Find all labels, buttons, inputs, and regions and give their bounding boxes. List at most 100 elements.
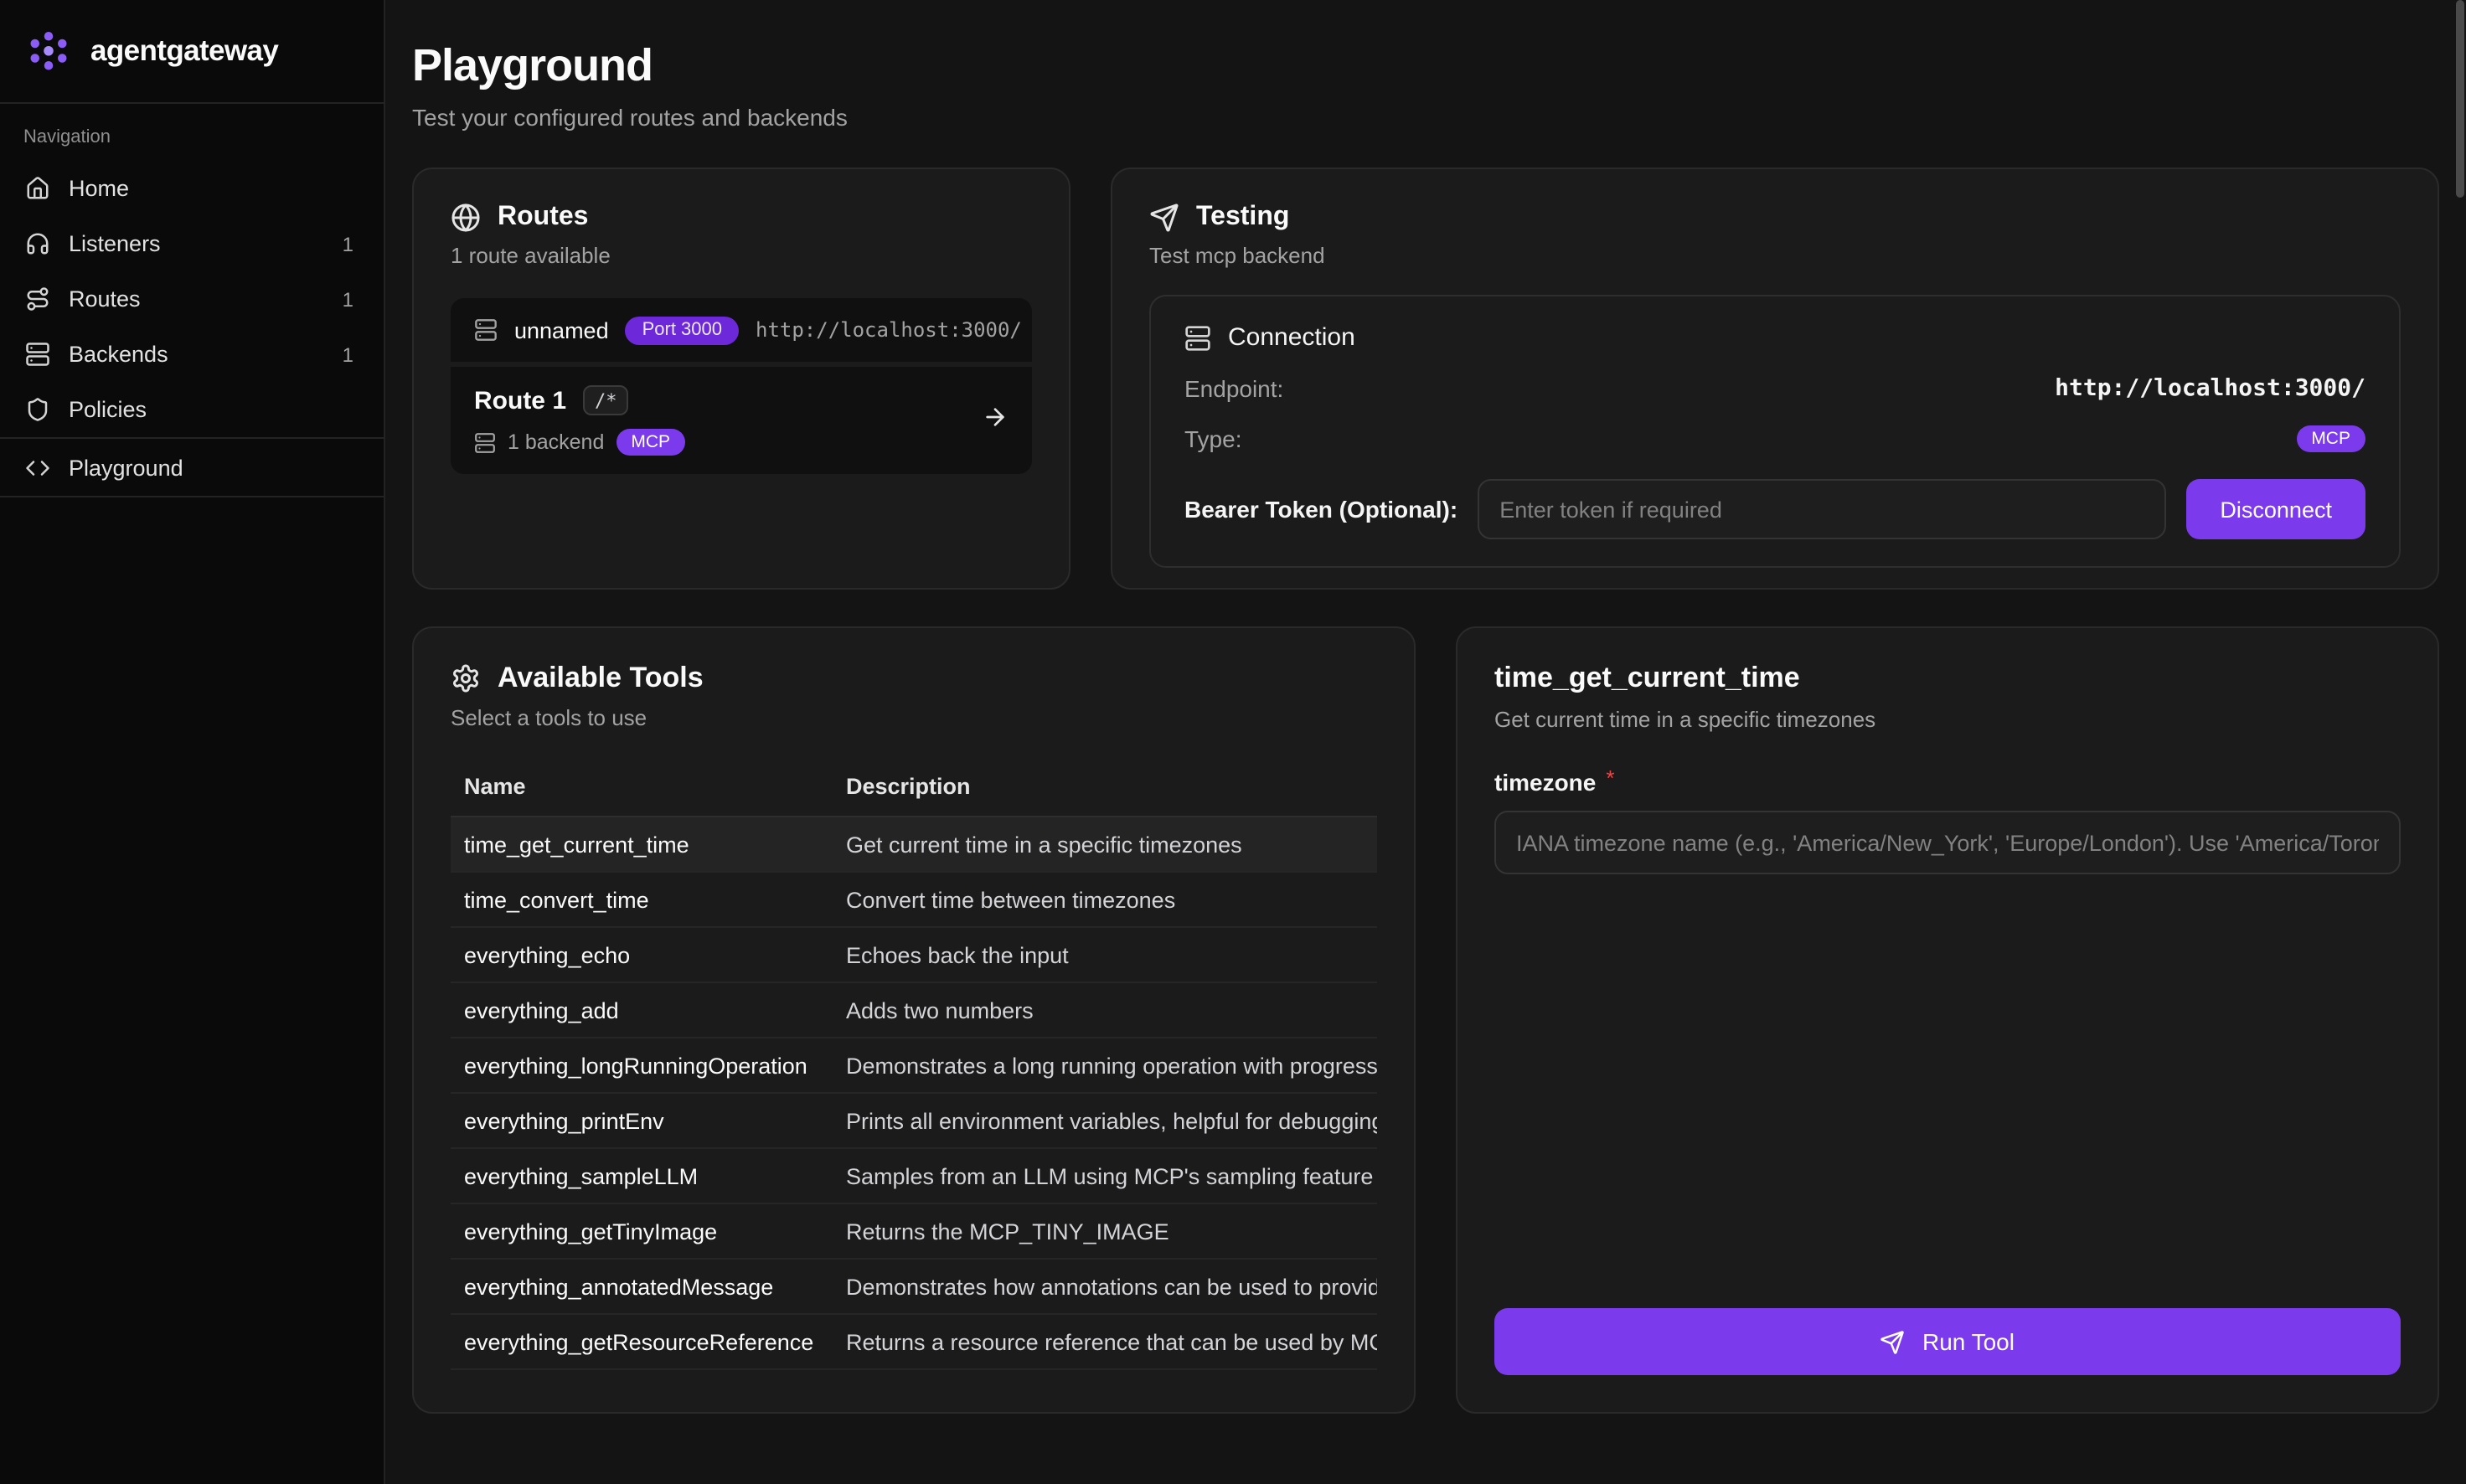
connection-title: Connection <box>1228 323 1355 352</box>
tool-description-cell: Samples from an LLM using MCP's sampling… <box>846 1163 1377 1188</box>
timezone-input[interactable] <box>1494 811 2401 874</box>
tools-card-subtitle: Select a tools to use <box>451 705 1377 730</box>
port-badge: Port 3000 <box>626 316 739 344</box>
table-row[interactable]: everything_echo Echoes back the input <box>451 928 1377 983</box>
tools-card-title: Available Tools <box>498 662 704 695</box>
gear-icon <box>451 663 481 693</box>
column-header-name: Name <box>451 774 846 799</box>
route-name: Route 1 <box>474 386 566 415</box>
sidebar-item-home[interactable]: Home <box>0 161 384 216</box>
table-row[interactable]: everything_annotatedMessage Demonstrates… <box>451 1260 1377 1315</box>
brand[interactable]: agentgateway <box>0 0 384 104</box>
tools-table-header: Name Description <box>451 757 1377 817</box>
disconnect-button[interactable]: Disconnect <box>2186 479 2365 539</box>
tool-description-cell: Convert time between timezones <box>846 887 1377 912</box>
route-icon <box>25 286 50 312</box>
sidebar-item-badge: 1 <box>343 232 353 255</box>
tool-name-cell: everything_longRunningOperation <box>451 1053 846 1078</box>
run-tool-label: Run Tool <box>1922 1328 2015 1355</box>
routes-card: Routes 1 route available unnamed Port 30… <box>412 167 1070 590</box>
endpoint-value: http://localhost:3000/ <box>2055 375 2365 402</box>
sidebar-item-routes[interactable]: Routes 1 <box>0 271 384 327</box>
route-type-badge: MCP <box>616 429 685 456</box>
routes-card-title: Routes <box>498 203 588 233</box>
bearer-token-label: Bearer Token (Optional): <box>1184 496 1457 523</box>
app: agentgateway Navigation Home Listeners 1… <box>0 0 2466 1484</box>
table-row[interactable]: everything_printEnv Prints all environme… <box>451 1094 1377 1149</box>
home-icon <box>25 176 50 201</box>
tool-description-cell: Get current time in a specific timezones <box>846 832 1377 857</box>
listener-name: unnamed <box>514 317 609 343</box>
sidebar-item-listeners[interactable]: Listeners 1 <box>0 216 384 271</box>
table-row[interactable]: everything_add Adds two numbers <box>451 983 1377 1038</box>
send-icon <box>1880 1329 1906 1354</box>
table-row[interactable]: time_convert_time Convert time between t… <box>451 873 1377 928</box>
run-tool-button[interactable]: Run Tool <box>1494 1308 2401 1375</box>
listener-row: unnamed Port 3000 http://localhost:3000/ <box>451 298 1032 362</box>
tool-name-cell: time_get_current_time <box>451 832 846 857</box>
sidebar-item-label: Routes <box>69 286 141 312</box>
route-path-badge: /* <box>583 385 629 415</box>
sidebar-item-label: Backends <box>69 342 168 367</box>
table-row[interactable]: everything_longRunningOperation Demonstr… <box>451 1038 1377 1094</box>
tool-name-cell: everything_echo <box>451 942 846 967</box>
route-backend-count: 1 backend <box>508 430 604 454</box>
sidebar-item-backends[interactable]: Backends 1 <box>0 327 384 382</box>
server-icon <box>474 431 496 453</box>
sidebar-item-playground[interactable]: Playground <box>0 437 384 497</box>
tool-description-cell: Adds two numbers <box>846 997 1377 1023</box>
routes-card-subtitle: 1 route available <box>451 243 1032 268</box>
tool-name-cell: everything_add <box>451 997 846 1023</box>
tool-detail-subtitle: Get current time in a specific timezones <box>1494 707 2401 732</box>
column-header-description: Description <box>846 774 1377 799</box>
route-item[interactable]: Route 1 /* 1 backend MCP <box>451 367 1032 474</box>
main-content: Playground Test your configured routes a… <box>385 0 2466 1484</box>
tool-detail-card: time_get_current_time Get current time i… <box>1456 626 2439 1414</box>
send-icon <box>1149 203 1179 233</box>
brand-name: agentgateway <box>90 33 278 69</box>
tool-detail-title: time_get_current_time <box>1494 662 2401 695</box>
server-icon <box>1184 324 1211 351</box>
agentgateway-logo-icon <box>23 26 74 76</box>
server-icon <box>25 342 50 367</box>
tools-table-body: time_get_current_time Get current time i… <box>451 817 1377 1370</box>
tool-name-cell: everything_getResourceReference <box>451 1329 846 1354</box>
sidebar-item-label: Playground <box>69 455 183 480</box>
listener-url: http://localhost:3000/ <box>756 318 1022 342</box>
tool-description-cell: Prints all environment variables, helpfu… <box>846 1108 1377 1133</box>
tool-description-cell: Demonstrates a long running operation wi… <box>846 1053 1377 1078</box>
endpoint-label: Endpoint: <box>1184 375 1283 402</box>
required-marker: * <box>1606 769 1614 789</box>
globe-icon <box>451 203 481 233</box>
tool-description-cell: Returns a resource reference that can be… <box>846 1329 1377 1354</box>
type-label: Type: <box>1184 425 1242 452</box>
testing-card-subtitle: Test mcp backend <box>1149 243 2401 268</box>
headphones-icon <box>25 231 50 256</box>
available-tools-card: Available Tools Select a tools to use Na… <box>412 626 1416 1414</box>
bearer-token-input[interactable] <box>1478 479 2166 539</box>
sidebar-item-label: Home <box>69 176 129 201</box>
tools-table: Name Description time_get_current_time G… <box>451 757 1377 1370</box>
nav-menu: Home Listeners 1 Routes 1 Backends 1 Pol… <box>0 161 384 497</box>
table-row[interactable]: everything_getResourceReference Returns … <box>451 1315 1377 1370</box>
tool-description-cell: Demonstrates how annotations can be used… <box>846 1274 1377 1299</box>
sidebar-item-policies[interactable]: Policies <box>0 382 384 437</box>
top-cards-row: Routes 1 route available unnamed Port 30… <box>412 167 2439 590</box>
table-row[interactable]: time_get_current_time Get current time i… <box>451 817 1377 873</box>
tool-name-cell: everything_getTinyImage <box>451 1219 846 1244</box>
timezone-field-label: timezone <box>1494 769 1596 796</box>
testing-card-title: Testing <box>1196 203 1289 233</box>
sidebar-item-badge: 1 <box>343 343 353 366</box>
tool-name-cell: everything_sampleLLM <box>451 1163 846 1188</box>
connection-panel: Connection Endpoint: http://localhost:30… <box>1149 295 2401 568</box>
scrollbar[interactable] <box>2456 0 2464 198</box>
sidebar-item-label: Listeners <box>69 231 161 256</box>
sidebar-item-badge: 1 <box>343 287 353 311</box>
table-row[interactable]: everything_sampleLLM Samples from an LLM… <box>451 1149 1377 1204</box>
arrow-right-icon[interactable] <box>982 403 1009 438</box>
page-title: Playground <box>412 40 2439 90</box>
connection-type-badge: MCP <box>2296 425 2365 452</box>
table-row[interactable]: everything_getTinyImage Returns the MCP_… <box>451 1204 1377 1260</box>
nav-section-label: Navigation <box>23 127 357 147</box>
sidebar: agentgateway Navigation Home Listeners 1… <box>0 0 385 1484</box>
